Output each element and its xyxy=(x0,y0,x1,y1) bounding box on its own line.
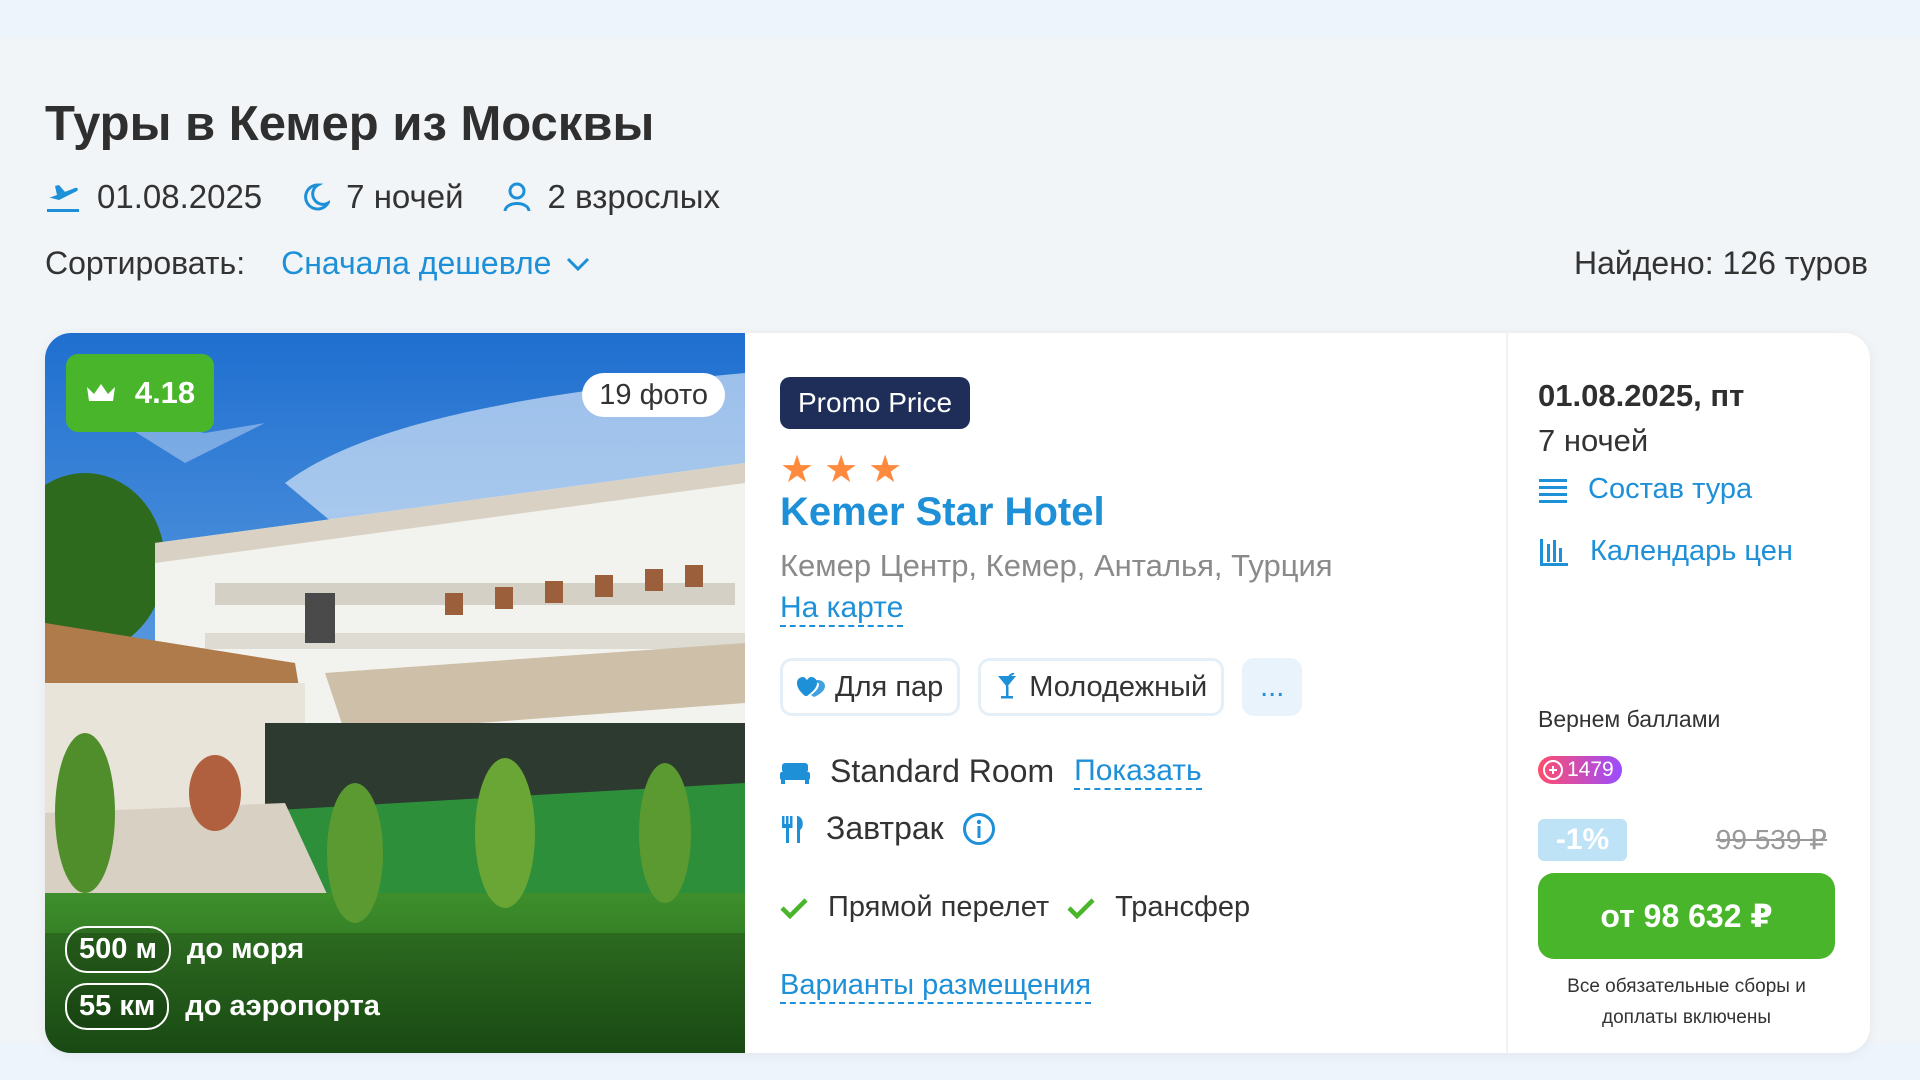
tour-composition-label: Состав тура xyxy=(1588,473,1753,505)
sort-label: Сортировать: xyxy=(45,245,246,281)
list-icon xyxy=(1539,478,1567,503)
search-summary: 01.08.2025 7 ночей 2 взрослых xyxy=(45,178,758,216)
sort-control: Сортировать: Сначала дешевле xyxy=(45,245,591,282)
bonus-points-badge: 1479 xyxy=(1538,756,1622,784)
tag-youth[interactable]: Молодежный xyxy=(978,658,1225,716)
tour-card: 4.18 19 фото 500 м до моря 55 км до аэро… xyxy=(45,333,1870,1053)
price-button[interactable]: от 98 632 ₽ xyxy=(1538,873,1835,959)
hotel-info: Promo Price ★ ★ ★ Kemer Star Hotel Кемер… xyxy=(780,333,1540,1053)
chevron-down-icon xyxy=(567,257,590,271)
airport-distance-value: 55 км xyxy=(65,983,170,1030)
guests-count: 2 взрослых xyxy=(502,178,721,216)
page-title: Туры в Кемер из Москвы xyxy=(45,97,655,151)
bonus-points-value: 1479 xyxy=(1567,758,1614,781)
show-room-link[interactable]: Показать xyxy=(1074,754,1202,790)
more-tags-button[interactable]: ... xyxy=(1242,658,1303,716)
tour-features: Прямой перелет Трансфер xyxy=(780,891,1268,924)
card-divider xyxy=(1506,333,1508,1053)
rating-badge: 4.18 xyxy=(66,354,214,432)
meal-type: Завтрак xyxy=(780,810,1016,847)
checkmark-icon xyxy=(780,897,808,919)
guests-text: 2 взрослых xyxy=(547,178,721,215)
hotel-photo[interactable]: 4.18 19 фото 500 м до моря 55 км до аэро… xyxy=(45,333,745,1053)
bed-icon xyxy=(780,762,810,784)
accommodation-variants-link[interactable]: Варианты размещения xyxy=(780,969,1091,1004)
sea-distance-value: 500 м xyxy=(65,926,171,973)
hotel-stars: ★ ★ ★ xyxy=(780,451,912,489)
hotel-name-link[interactable]: Kemer Star Hotel xyxy=(780,490,1105,535)
hearts-icon xyxy=(797,677,825,697)
cutlery-icon xyxy=(782,815,803,843)
bonus-coin-icon xyxy=(1543,760,1563,780)
plane-departure-icon xyxy=(47,185,79,212)
price-calendar-label: Календарь цен xyxy=(1590,535,1793,567)
tag-couples[interactable]: Для пар xyxy=(780,658,961,716)
results-count: Найдено: 126 туров xyxy=(1573,245,1868,281)
bonus-label: Вернем баллами xyxy=(1538,706,1721,732)
sort-value-text: Сначала дешевле xyxy=(281,245,552,281)
photo-count-badge[interactable]: 19 фото xyxy=(582,373,725,417)
star-icon: ★ xyxy=(824,449,859,491)
sort-dropdown[interactable]: Сначала дешевле xyxy=(281,245,591,282)
cocktail-icon xyxy=(998,673,1017,699)
info-icon[interactable] xyxy=(962,812,996,846)
sea-distance: 500 м до моря xyxy=(65,926,304,973)
moon-icon xyxy=(304,183,331,211)
hotel-location: Кемер Центр, Кемер, Анталья, Турция xyxy=(780,548,1333,583)
departure-date-text: 01.08.2025 xyxy=(97,178,263,215)
promo-badge: Promo Price xyxy=(780,377,971,429)
meal-type-text: Завтрак xyxy=(826,810,944,846)
airport-distance-label: до аэропорта xyxy=(185,990,380,1022)
room-type-text: Standard Room xyxy=(830,753,1055,789)
old-price: 99 539 ₽ xyxy=(1715,824,1827,855)
feature-direct-flight-text: Прямой перелет xyxy=(828,891,1050,923)
nights-count: 7 ночей xyxy=(300,178,464,216)
fees-note: Все обязательные сборы и доплаты включен… xyxy=(1567,976,1806,1028)
star-icon: ★ xyxy=(868,449,903,491)
nights-text: 7 ночей xyxy=(346,178,464,215)
bar-chart-icon xyxy=(1540,538,1568,566)
airport-distance: 55 км до аэропорта xyxy=(65,983,380,1030)
sea-distance-label: до моря xyxy=(186,933,305,965)
crown-icon xyxy=(86,384,115,401)
room-type: Standard Room Показать xyxy=(780,753,1202,790)
hotel-tags: Для пар Молодежный ... xyxy=(780,658,1320,716)
price-panel: 01.08.2025, пт 7 ночей Состав тура Кален… xyxy=(1538,333,1838,1053)
tour-composition-link[interactable]: Состав тура xyxy=(1538,473,1752,506)
rating-value: 4.18 xyxy=(134,375,196,410)
departure-date: 01.08.2025 xyxy=(45,178,262,216)
discount-badge: -1% xyxy=(1538,819,1627,861)
checkmark-icon xyxy=(1067,897,1095,919)
price-calendar-link[interactable]: Календарь цен xyxy=(1538,535,1793,568)
feature-transfer-text: Трансфер xyxy=(1115,891,1251,923)
tag-youth-label: Молодежный xyxy=(1029,670,1208,703)
tag-couples-label: Для пар xyxy=(835,670,944,703)
tour-nights: 7 ночей xyxy=(1538,423,1649,458)
star-icon: ★ xyxy=(780,449,815,491)
feature-direct-flight: Прямой перелет xyxy=(780,891,1049,924)
map-link[interactable]: На карте xyxy=(780,591,904,627)
person-icon xyxy=(503,182,531,212)
search-results-panel: Туры в Кемер из Москвы 01.08.2025 7 ноче… xyxy=(0,38,1920,1053)
feature-transfer: Трансфер xyxy=(1067,891,1250,924)
tour-date: 01.08.2025, пт xyxy=(1538,378,1745,413)
